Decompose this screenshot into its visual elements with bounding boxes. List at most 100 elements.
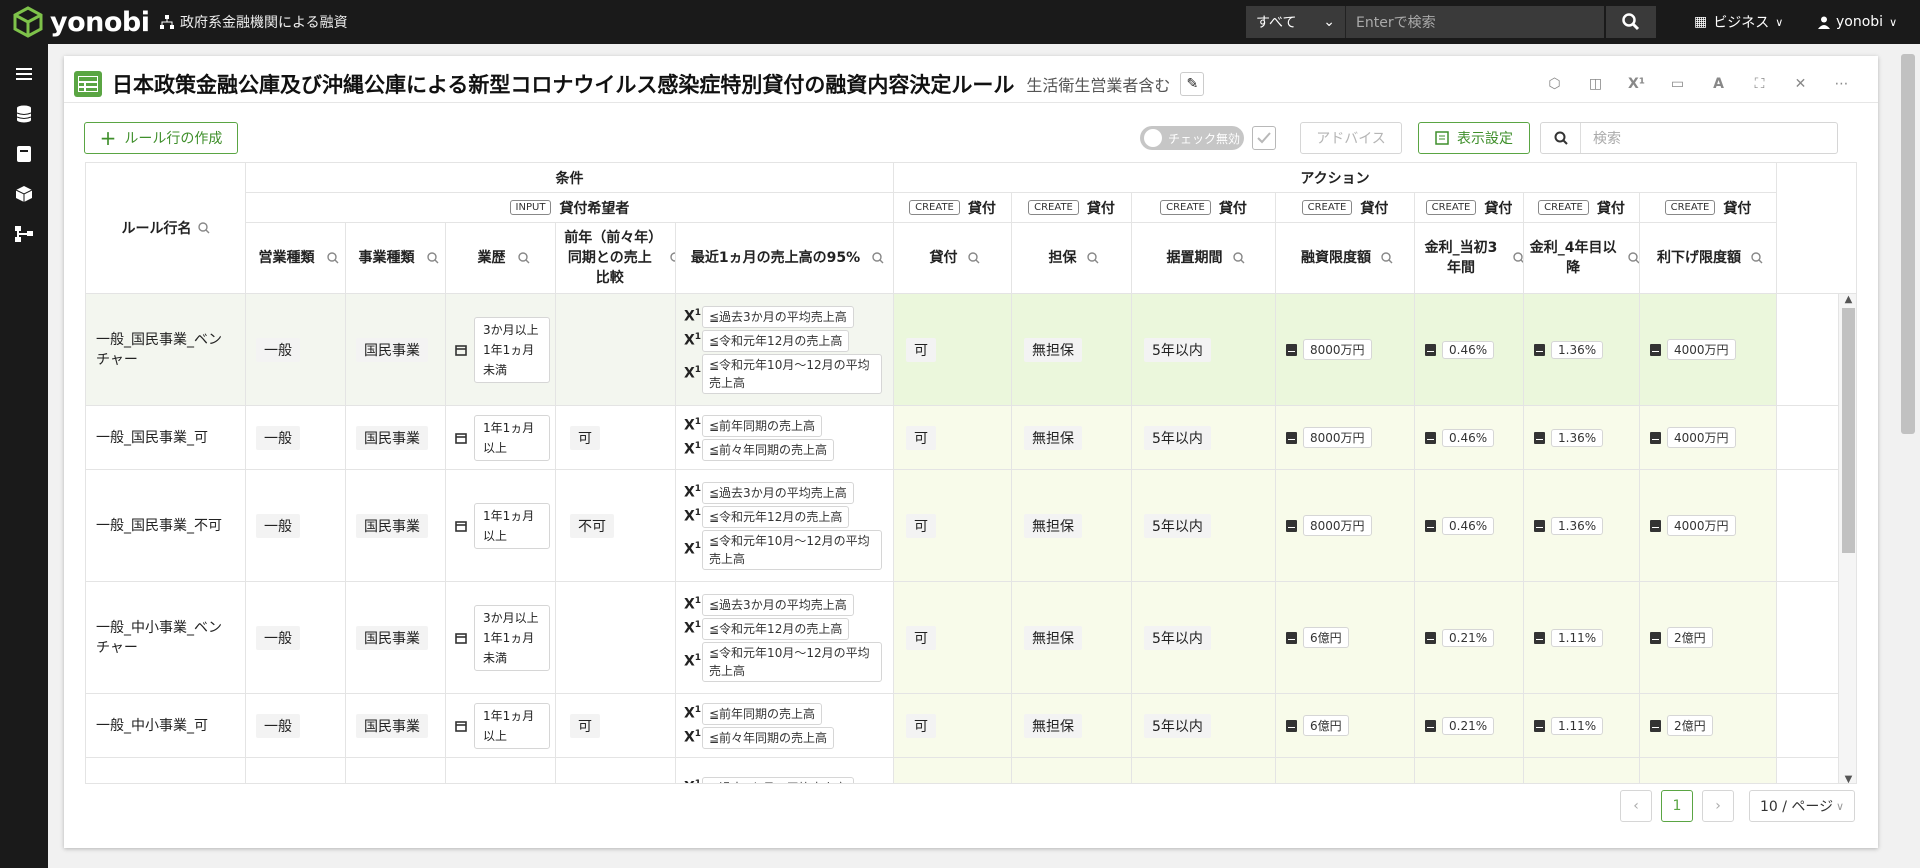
enterprise-type-cell[interactable] xyxy=(346,758,446,783)
page-number-button[interactable]: 1 xyxy=(1661,790,1693,822)
table-scrollbar-thumb[interactable] xyxy=(1842,308,1855,553)
rule-name-cell[interactable]: 一般_中小事業_可 xyxy=(86,694,246,758)
fullscreen-icon[interactable]: ⛶ xyxy=(1739,72,1780,96)
sales-comparison-cell[interactable]: 可 xyxy=(556,406,676,470)
search-icon[interactable] xyxy=(326,252,339,264)
search-input[interactable]: Enterで検索 xyxy=(1346,6,1604,38)
user-menu[interactable]: yonobi ∨ xyxy=(1818,0,1897,44)
business-type-cell[interactable]: 一般 xyxy=(246,470,346,582)
search-icon[interactable] xyxy=(1751,252,1763,264)
rate-reduction-limit-cell[interactable]: 2億円 xyxy=(1640,582,1777,694)
text-tool-icon[interactable]: A xyxy=(1698,72,1739,96)
breadcrumb[interactable]: 政府系金融機関による融資 xyxy=(160,12,348,32)
sales-ratio-cell[interactable]: X1 ≦前年同期の売上高 X1 ≦前々年同期の売上高 xyxy=(676,406,894,470)
condition-column-header[interactable]: 事業種類 xyxy=(346,223,446,294)
rule-name-header[interactable]: ルール行名 xyxy=(86,163,246,294)
condition-column-header[interactable]: 業歴 xyxy=(446,223,556,294)
history-cell[interactable]: 3か月以上 1年1ヵ月未満 xyxy=(446,294,556,406)
sidebar-item-book[interactable] xyxy=(0,134,48,174)
action-column-header[interactable]: 融資限度額 xyxy=(1276,223,1415,294)
enterprise-type-cell[interactable]: 国民事業 xyxy=(346,694,446,758)
columns-tool-icon[interactable]: ◫ xyxy=(1575,72,1616,96)
sales-comparison-cell[interactable]: 可 xyxy=(556,694,676,758)
close-icon[interactable]: ✕ xyxy=(1780,72,1821,96)
rate-reduction-limit-cell[interactable]: 4000万円 xyxy=(1640,294,1777,406)
rule-name-cell[interactable]: 一般_国民事業_ベンチャー xyxy=(86,294,246,406)
loan-limit-cell[interactable]: 8000万円 xyxy=(1276,470,1415,582)
sales-ratio-cell[interactable]: X1 ≦過去3か月の平均売上高 X1 ≦令和元年12月の売上高 X1 ≦令和元年10月～1… xyxy=(676,470,894,582)
collateral-cell[interactable]: 無担保 xyxy=(1012,294,1132,406)
box-tool-icon[interactable]: ⬡ xyxy=(1534,72,1575,96)
interest-from-year-4-cell[interactable]: 1.11% xyxy=(1524,582,1640,694)
loan-allowed-cell[interactable]: 可 xyxy=(894,582,1012,694)
sales-ratio-cell[interactable]: X1 ≦過去3か月の平均売上高 X1 ≦令和元年12月の売上高 X1 ≦令和元年10月～1… xyxy=(676,294,894,406)
interest-from-year-4-cell[interactable]: 1.36% xyxy=(1524,406,1640,470)
interest-first-3-years-cell[interactable]: 0.21% xyxy=(1415,694,1524,758)
interest-first-3-years-cell[interactable]: 0.46% xyxy=(1415,470,1524,582)
advice-button[interactable]: アドバイス xyxy=(1300,122,1402,154)
history-cell[interactable]: 1年1ヵ月以上 xyxy=(446,406,556,470)
deferment-period-cell[interactable]: 5年以内 xyxy=(1132,470,1276,582)
action-column-header[interactable]: 利下げ限度額 xyxy=(1640,223,1777,294)
history-cell[interactable]: 1年1ヵ月以上 xyxy=(446,694,556,758)
rule-name-cell[interactable]: 一般_国民事業_可 xyxy=(86,406,246,470)
check-button[interactable] xyxy=(1252,126,1276,150)
deferment-period-cell[interactable]: 5年以内 xyxy=(1132,582,1276,694)
history-cell[interactable]: 3か月以上 1年1ヵ月未満 xyxy=(446,582,556,694)
loan-limit-cell[interactable]: 8000万円 xyxy=(1276,294,1415,406)
business-type-cell[interactable] xyxy=(246,758,346,783)
rule-name-cell[interactable] xyxy=(86,758,246,783)
deferment-period-cell[interactable] xyxy=(1132,758,1276,783)
business-type-cell[interactable]: 一般 xyxy=(246,406,346,470)
loan-limit-cell[interactable] xyxy=(1276,758,1415,783)
interest-first-3-years-cell[interactable]: 0.46% xyxy=(1415,294,1524,406)
table-scrollbar[interactable]: ▲ ▼ xyxy=(1838,294,1856,783)
action-column-header[interactable]: 据置期間 xyxy=(1132,223,1276,294)
loan-allowed-cell[interactable]: 可 xyxy=(894,294,1012,406)
collateral-cell[interactable]: 無担保 xyxy=(1012,582,1132,694)
sales-comparison-cell[interactable]: 不可 xyxy=(556,470,676,582)
search-icon[interactable] xyxy=(1086,252,1099,264)
action-column-header[interactable]: 金利_4年目以降 xyxy=(1524,223,1640,294)
business-type-cell[interactable]: 一般 xyxy=(246,582,346,694)
rule-name-cell[interactable]: 一般_中小事業_ベンチャー xyxy=(86,582,246,694)
sidebar-item-box[interactable] xyxy=(0,174,48,214)
search-icon[interactable] xyxy=(517,252,530,264)
display-settings-button[interactable]: 表示設定 xyxy=(1418,122,1530,154)
page-size-select[interactable]: 10 / ページ ∨ xyxy=(1749,790,1855,822)
enterprise-type-cell[interactable]: 国民事業 xyxy=(346,470,446,582)
create-rule-button[interactable]: + ルール行の作成 xyxy=(84,122,238,154)
sales-ratio-cell[interactable]: X1≦過去3か月の平均売上高 xyxy=(676,758,894,783)
action-column-header[interactable]: 担保 xyxy=(1012,223,1132,294)
prev-page-button[interactable]: ‹ xyxy=(1620,790,1652,822)
collateral-cell[interactable]: 無担保 xyxy=(1012,694,1132,758)
loan-allowed-cell[interactable]: 可 xyxy=(894,470,1012,582)
interest-from-year-4-cell[interactable]: 1.11% xyxy=(1524,694,1640,758)
search-button[interactable] xyxy=(1606,6,1656,38)
search-icon[interactable] xyxy=(197,222,210,234)
sales-comparison-cell[interactable] xyxy=(556,294,676,406)
interest-from-year-4-cell[interactable] xyxy=(1524,758,1640,783)
search-icon[interactable] xyxy=(1232,252,1245,264)
collateral-cell[interactable]: 無担保 xyxy=(1012,406,1132,470)
interest-first-3-years-cell[interactable]: 0.46% xyxy=(1415,406,1524,470)
loan-limit-cell[interactable]: 8000万円 xyxy=(1276,406,1415,470)
calendar-tool-icon[interactable]: ▭ xyxy=(1657,72,1698,96)
history-cell[interactable] xyxy=(446,758,556,783)
formula-tool-icon[interactable]: X¹ xyxy=(1616,72,1657,96)
scroll-up-icon[interactable]: ▲ xyxy=(1839,294,1856,308)
rate-reduction-limit-cell[interactable]: 4000万円 xyxy=(1640,406,1777,470)
interest-from-year-4-cell[interactable]: 1.36% xyxy=(1524,470,1640,582)
enterprise-type-cell[interactable]: 国民事業 xyxy=(346,406,446,470)
next-page-button[interactable]: › xyxy=(1702,790,1734,822)
rate-reduction-limit-cell[interactable]: 2億円 xyxy=(1640,694,1777,758)
interest-first-3-years-cell[interactable]: 0.21% xyxy=(1415,582,1524,694)
loan-allowed-cell[interactable]: 可 xyxy=(894,694,1012,758)
loan-allowed-cell[interactable]: 可 xyxy=(894,406,1012,470)
rule-name-cell[interactable]: 一般_国民事業_不可 xyxy=(86,470,246,582)
sidebar-item-database[interactable] xyxy=(0,94,48,134)
search-icon[interactable] xyxy=(1381,252,1393,264)
sales-ratio-cell[interactable]: X1 ≦前年同期の売上高 X1 ≦前々年同期の売上高 xyxy=(676,694,894,758)
search-scope-select[interactable]: すべて ⌄ xyxy=(1246,6,1346,38)
sales-ratio-cell[interactable]: X1 ≦過去3か月の平均売上高 X1 ≦令和元年12月の売上高 X1 ≦令和元年10月～1… xyxy=(676,582,894,694)
